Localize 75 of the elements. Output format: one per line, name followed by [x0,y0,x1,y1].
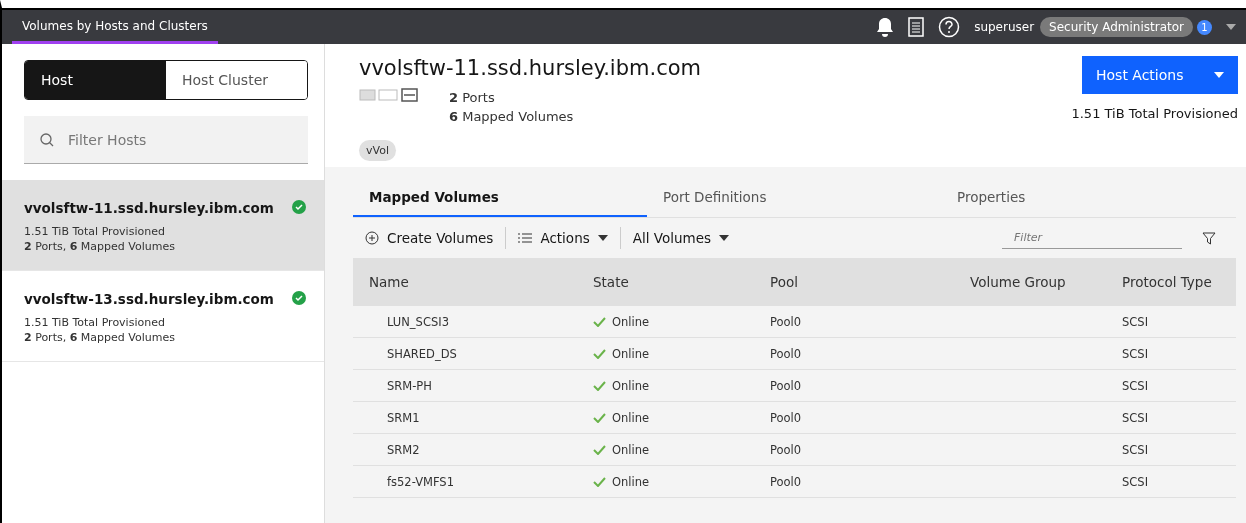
detail-tab[interactable]: Properties [941,179,1211,217]
table-cell: Pool0 [754,370,954,402]
host-item[interactable]: vvolsftw-11.ssd.hursley.ibm.com 1.51 TiB Total Provisioned 2 Ports, 6 Mapped Volumes [2,180,324,271]
table-cell: Pool0 [754,338,954,370]
plus-circle-icon [365,231,379,245]
state-text: Online [612,410,650,425]
table-cell: Pool0 [754,402,954,434]
document-icon[interactable] [908,17,925,37]
column-header[interactable]: Protocol Type [1106,258,1236,306]
table-cell: LUN_SCSI3 [353,306,577,338]
filter-icon[interactable] [1202,231,1216,245]
search-field[interactable]: Filter Hosts [24,116,308,164]
port-icons-drawing [359,88,419,102]
table-cell: SCSI [1106,434,1236,466]
detail-tab[interactable]: Mapped Volumes [353,179,647,217]
state-text: Online [612,442,650,457]
help-icon[interactable] [938,16,961,38]
table-cell: SHARED_DS [353,338,577,370]
bell-icon[interactable] [876,17,895,37]
host-provisioned: 1.51 TiB Total Provisioned [24,315,166,330]
table-cell: SRM2 [353,434,577,466]
top-tab[interactable]: Volumes by Hosts and Clusters [12,10,218,44]
column-header[interactable]: Pool [754,258,954,306]
table-cell: Pool0 [754,466,954,498]
table-cell: SRM-PH [353,370,577,402]
column-header[interactable]: State [577,258,754,306]
state-text: Online [612,474,650,489]
check-icon [593,316,606,327]
ports-count: 2 Ports [449,89,496,107]
host-summary: 2 Ports, 6 Mapped Volumes [24,330,176,345]
volume-view-dropdown[interactable]: All Volumes [620,230,741,246]
column-header[interactable]: Volume Group [954,258,1106,306]
search-icon [40,132,54,147]
actions-button[interactable]: Actions [506,230,620,246]
table-cell: SCSI [1106,402,1236,434]
state-text: Online [612,346,650,361]
host-tag: vVol [359,140,396,161]
host-title: vvolsftw-11.ssd.hursley.ibm.com [359,56,701,80]
state-text: Online [612,314,650,329]
create-volumes-button[interactable]: Create Volumes [353,230,506,246]
table-cell: Pool0 [754,306,954,338]
check-icon [593,476,606,487]
table-cell: SCSI [1106,338,1236,370]
table-cell: SCSI [1106,306,1236,338]
total-provisioned: 1.51 TiB Total Provisioned [1071,106,1238,121]
check-icon [593,444,606,455]
table-cell: SCSI [1106,466,1236,498]
check-circle-icon [292,291,306,305]
column-header[interactable]: Name [353,258,577,306]
caret-icon [597,235,608,241]
check-icon [593,380,606,391]
check-icon [593,348,606,359]
toggle-option[interactable]: Host [25,61,166,99]
filter-field[interactable]: Filter [1002,227,1182,249]
host-actions-button[interactable]: Host Actions [1082,56,1238,94]
host-name: vvolsftw-13.ssd.hursley.ibm.com [24,291,274,307]
mapped-volumes-count: 6 Mapped Volumes [449,108,574,126]
detail-tab[interactable]: Port Definitions [647,179,941,217]
state-text: Online [612,378,650,393]
host-summary: 2 Ports, 6 Mapped Volumes [24,239,176,254]
user-name[interactable]: superuser [974,20,1035,34]
caret-icon [719,235,729,241]
notification-count: 1 [1197,19,1212,35]
check-icon [593,412,606,423]
role-tag: Security Administrator [1040,17,1193,37]
check-circle-icon [292,200,306,214]
host-name: vvolsftw-11.ssd.hursley.ibm.com [24,200,274,216]
table-cell: fs52-VMFS1 [353,466,577,498]
table-cell: SCSI [1106,370,1236,402]
table-cell: Pool0 [754,434,954,466]
caret-icon [1226,24,1236,30]
caret-icon [1214,72,1224,78]
list-icon [518,233,533,243]
table-cell: SRM1 [353,402,577,434]
host-provisioned: 1.51 TiB Total Provisioned [24,224,166,239]
